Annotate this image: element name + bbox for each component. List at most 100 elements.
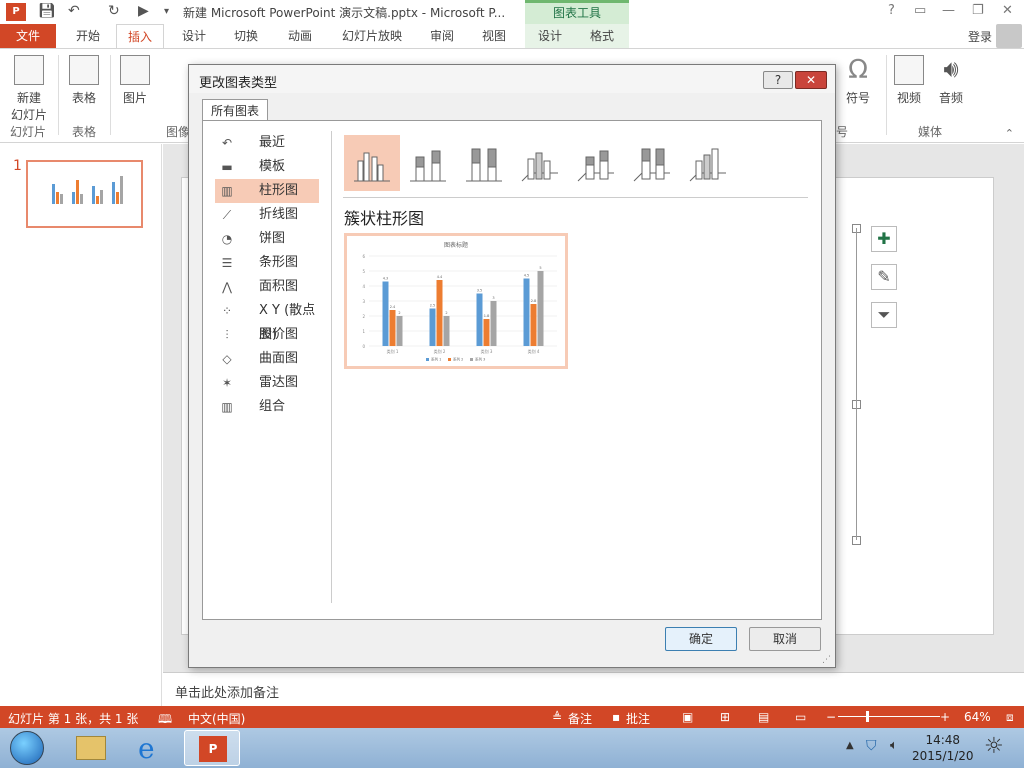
subtype-3d-stacked-column[interactable]: [568, 135, 624, 191]
tab-design[interactable]: 设计: [172, 24, 216, 48]
zoom-slider-track[interactable]: [838, 716, 940, 717]
chart-type-item[interactable]: ◔ 饼图: [215, 227, 319, 251]
subtype-3d-clustered-column[interactable]: [512, 135, 568, 191]
notes-pane[interactable]: 单击此处添加备注: [163, 672, 1024, 706]
redo-icon[interactable]: ↻: [108, 3, 120, 19]
login-link[interactable]: 登录: [968, 28, 992, 45]
chart-type-item[interactable]: ⟋ 折线图: [215, 203, 319, 227]
subtype-3d-column[interactable]: [680, 135, 736, 191]
preview-data-label: 4.5: [524, 274, 530, 278]
slide-sorter-icon[interactable]: ⊞: [720, 710, 730, 724]
chart-styles-brush-icon[interactable]: ✎: [871, 264, 897, 290]
chart-type-item[interactable]: ⫶ 股价图: [215, 323, 319, 347]
help-icon[interactable]: ?: [888, 3, 895, 18]
tab-review[interactable]: 审阅: [420, 24, 464, 48]
ok-button[interactable]: 确定: [665, 627, 737, 651]
preview-legend-swatch: [470, 358, 473, 361]
chart-type-item[interactable]: ↶ 最近: [215, 131, 319, 155]
restore-icon[interactable]: ❐: [972, 3, 984, 18]
symbol-button[interactable]: Ω 符号: [838, 55, 878, 106]
reading-view-icon[interactable]: ▤: [758, 710, 769, 724]
chart-elements-button[interactable]: ✚: [871, 226, 897, 252]
ribbon-display-options-icon[interactable]: ▭: [914, 3, 926, 18]
save-icon[interactable]: 💾︎: [38, 3, 56, 19]
picture-button[interactable]: 图片: [116, 55, 154, 106]
notes-toggle-icon[interactable]: ≜: [552, 710, 562, 724]
tab-chart-format[interactable]: 格式: [580, 24, 624, 48]
fit-slide-icon[interactable]: ⧈: [1006, 710, 1014, 725]
preview-data-label: 3: [492, 296, 494, 300]
powerpoint-taskbar-button[interactable]: P: [184, 730, 240, 766]
comments-icon[interactable]: ▪: [612, 710, 620, 724]
tab-file[interactable]: 文件: [0, 24, 56, 48]
minimize-icon[interactable]: —: [942, 3, 955, 18]
clock[interactable]: 14:48 2015/1/20: [912, 732, 974, 764]
preview-y-tick: 5: [362, 269, 365, 274]
zoom-in-icon[interactable]: +: [940, 710, 950, 724]
chart-preview[interactable]: 图表标题 0 1 2 3 4 5 6 4.3 2.4 2 类别 1 2.5 4.4 2 类别 2 3.5 1.8 3…: [344, 233, 568, 369]
subtype-100-stacked-column[interactable]: [456, 135, 512, 191]
normal-view-icon[interactable]: ▣: [682, 710, 693, 724]
cancel-button[interactable]: 取消: [749, 627, 821, 651]
explorer-taskbar-button[interactable]: [62, 730, 118, 766]
tab-view[interactable]: 视图: [472, 24, 516, 48]
tab-slideshow[interactable]: 幻灯片放映: [334, 24, 410, 48]
comments-button[interactable]: 批注: [626, 710, 650, 727]
dialog-title-bar[interactable]: 更改图表类型 ? ✕: [189, 65, 835, 93]
brightness-icon[interactable]: ☼: [984, 734, 1004, 759]
chart-type-label: 面积图: [259, 279, 299, 294]
tab-animations[interactable]: 动画: [278, 24, 322, 48]
collapse-ribbon-icon[interactable]: ⌃: [1005, 127, 1014, 140]
close-button[interactable]: ✕: [795, 71, 827, 89]
preview-data-label: 2: [398, 311, 400, 315]
preview-data-label: 4.4: [437, 275, 443, 279]
customize-quick-access-icon[interactable]: ▾: [164, 6, 169, 17]
table-button[interactable]: 表格: [64, 55, 104, 106]
chart-filter-icon[interactable]: ⏷: [871, 302, 897, 328]
video-button[interactable]: 视频: [890, 55, 928, 106]
tab-chart-design[interactable]: 设计: [528, 24, 572, 48]
chart-type-item[interactable]: ▥ 柱形图: [215, 179, 319, 203]
subtype-3d-100-stacked-column[interactable]: [624, 135, 680, 191]
subtype-clustered-column[interactable]: [344, 135, 400, 191]
tab-home[interactable]: 开始: [66, 24, 110, 48]
tab-insert[interactable]: 插入: [116, 24, 164, 48]
chart-type-item[interactable]: ◇ 曲面图: [215, 347, 319, 371]
language[interactable]: 中文(中国): [188, 710, 245, 727]
help-button[interactable]: ?: [763, 71, 793, 89]
audio-label: 音频: [938, 91, 963, 105]
ie-taskbar-button[interactable]: e: [124, 730, 180, 766]
resize-grip-icon[interactable]: ⋰: [822, 655, 831, 665]
security-shield-icon[interactable]: ⛉: [866, 738, 877, 754]
new-slide-button[interactable]: 新建 幻灯片: [6, 55, 52, 123]
preview-legend-label: 系列 2: [453, 357, 463, 362]
undo-icon[interactable]: ↶: [68, 3, 80, 19]
tab-transitions[interactable]: 切换: [224, 24, 268, 48]
chart-type-item[interactable]: ▥ 组合: [215, 395, 319, 419]
zoom-slider-thumb[interactable]: [866, 711, 869, 722]
powerpoint-app-icon[interactable]: P: [6, 3, 26, 21]
chart-type-label: 折线图: [259, 207, 299, 222]
avatar[interactable]: [996, 24, 1022, 48]
chart-type-item[interactable]: ⋀ 面积图: [215, 275, 319, 299]
show-hidden-icons-icon[interactable]: ▲: [846, 740, 854, 751]
picture-label: 图片: [122, 91, 147, 105]
slideshow-from-start-icon[interactable]: ▶: [138, 3, 149, 19]
notes-toggle-button[interactable]: 备注: [568, 710, 592, 727]
slideshow-view-icon[interactable]: ▭: [795, 710, 806, 724]
volume-icon[interactable]: 🔈︎: [890, 738, 898, 753]
zoom-level[interactable]: 64%: [964, 710, 991, 724]
subtype-stacked-column[interactable]: [400, 135, 456, 191]
chart-frame-edge: [856, 228, 857, 540]
group-label-media: 媒体: [918, 125, 943, 139]
tab-all-charts[interactable]: 所有图表: [202, 99, 268, 121]
close-window-icon[interactable]: ✕: [1002, 3, 1013, 18]
chart-type-item[interactable]: ⁘ X Y (散点图): [215, 299, 319, 342]
chart-type-item[interactable]: ✶ 雷达图: [215, 371, 319, 395]
start-button[interactable]: [10, 731, 44, 765]
chart-type-item[interactable]: ☰ 条形图: [215, 251, 319, 275]
audio-button[interactable]: 🔊︎ 音频: [932, 55, 970, 106]
chart-type-item[interactable]: ▬ 模板: [215, 155, 319, 179]
slide-thumbnail[interactable]: [26, 160, 143, 228]
zoom-out-icon[interactable]: −: [826, 710, 836, 724]
